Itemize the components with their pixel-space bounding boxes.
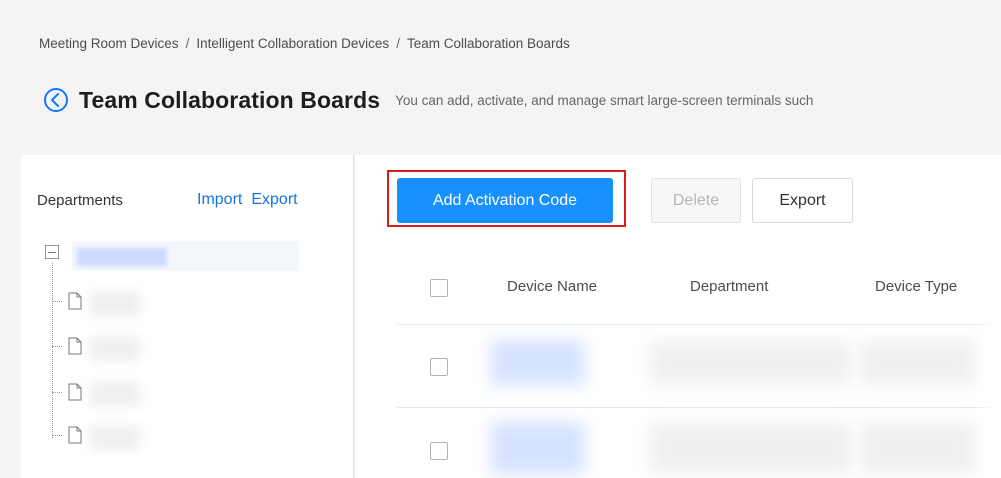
export-button[interactable]: Export <box>752 178 853 223</box>
column-device-name[interactable]: Device Name <box>507 278 597 295</box>
tree-child-3[interactable] <box>52 382 140 407</box>
back-svg <box>44 88 68 112</box>
row-checkbox[interactable] <box>430 442 448 460</box>
department-actions: Import Export <box>197 191 298 209</box>
breadcrumb-intelligent-collaboration-devices[interactable]: Intelligent Collaboration Devices <box>196 36 389 51</box>
device-toolbar: Add Activation Code Delete Export <box>397 178 853 223</box>
blurred-root-department-label <box>77 248 167 266</box>
blurred-device-type-cell <box>860 422 975 474</box>
blurred-department-label <box>90 291 140 316</box>
chevron-left-circle-icon[interactable] <box>42 86 70 114</box>
file-icon <box>68 337 82 355</box>
blurred-device-name[interactable] <box>490 340 585 385</box>
column-device-type[interactable]: Device Type <box>875 278 957 295</box>
blurred-device-name[interactable] <box>490 422 585 474</box>
breadcrumb-separator: / <box>396 36 400 51</box>
table-row[interactable] <box>397 408 1001 478</box>
table-row[interactable] <box>397 325 1001 408</box>
tree-branch-line <box>52 392 62 393</box>
device-content-panel: Add Activation Code Delete Export Device… <box>355 155 1001 478</box>
tree-branch-line <box>52 301 62 302</box>
page-description: You can add, activate, and manage smart … <box>395 92 814 108</box>
tree-branch-line <box>52 346 62 347</box>
file-icon <box>68 292 82 310</box>
select-all-checkbox[interactable] <box>430 279 448 297</box>
blurred-department-cell <box>650 422 850 474</box>
blurred-department-label <box>90 425 140 450</box>
breadcrumb-team-collaboration-boards: Team Collaboration Boards <box>406 36 570 51</box>
file-icon <box>68 426 82 444</box>
breadcrumb-meeting-room-devices[interactable]: Meeting Room Devices <box>39 36 179 51</box>
page-header: Team Collaboration Boards You can add, a… <box>42 86 813 114</box>
departments-title: Departments <box>37 192 123 209</box>
blurred-device-type-cell <box>860 340 975 385</box>
file-icon <box>68 383 82 401</box>
tree-child-2[interactable] <box>52 336 140 361</box>
page: Meeting Room Devices / Intelligent Collabo… <box>0 0 1001 478</box>
blurred-department-label <box>90 336 140 361</box>
blurred-department-cell <box>650 340 850 385</box>
tree-child-4[interactable] <box>52 425 140 450</box>
breadcrumb-separator: / <box>185 36 190 51</box>
row-checkbox[interactable] <box>430 358 448 376</box>
collapse-box-icon[interactable] <box>45 245 59 259</box>
department-import-link[interactable]: Import <box>197 191 242 209</box>
column-department[interactable]: Department <box>690 278 768 295</box>
blurred-department-label <box>90 382 140 407</box>
department-export-link[interactable]: Export <box>251 191 297 209</box>
add-activation-code-button[interactable]: Add Activation Code <box>397 178 613 223</box>
department-panel: Departments Import Export <box>21 155 354 478</box>
device-table-header: Device Name Department Device Type <box>397 251 1001 325</box>
page-title: Team Collaboration Boards <box>79 86 381 113</box>
breadcrumb: Meeting Room Devices / Intelligent Collabo… <box>39 36 570 51</box>
tree-branch-line <box>52 435 62 436</box>
delete-button: Delete <box>651 178 741 223</box>
tree-child-1[interactable] <box>52 291 140 316</box>
